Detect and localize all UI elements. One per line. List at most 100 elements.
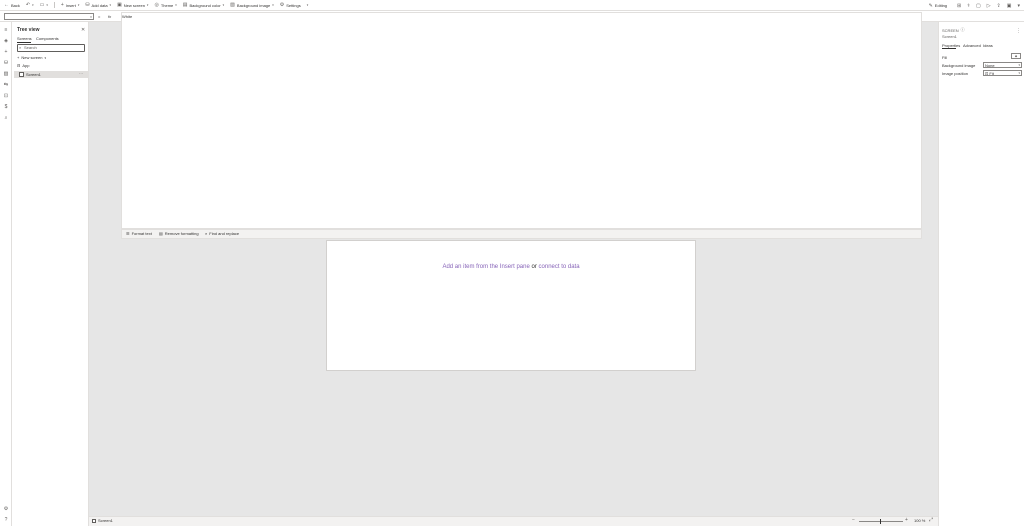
- settings-label: Settings: [286, 2, 301, 8]
- tree-view-title: Tree view: [17, 27, 40, 33]
- gear-icon[interactable]: ⚙: [3, 506, 9, 512]
- background-image-select[interactable]: None ▾: [983, 62, 1022, 68]
- gear-icon: ⚙: [279, 2, 285, 8]
- chevron-down-icon: ▾: [44, 55, 46, 60]
- fill-label: Fill: [942, 55, 948, 60]
- paint-bucket-icon: ◆: [1014, 54, 1018, 58]
- new-screen-button[interactable]: ▣ New screen ▾: [117, 2, 148, 8]
- settings-button[interactable]: ⚙ Settings: [280, 2, 301, 8]
- more-options-button[interactable]: ▾: [307, 3, 309, 7]
- properties-panel: [938, 22, 1024, 526]
- canvas-message: Add an item from the Insert pane or conn…: [326, 264, 696, 270]
- insert-icon[interactable]: +: [3, 49, 9, 55]
- tab-ideas[interactable]: Ideas: [983, 43, 993, 48]
- background-color-button[interactable]: ▤ Background color ▾: [183, 2, 224, 8]
- control-type-label: SCREEN ⓘ: [942, 27, 965, 33]
- new-screen-tree-label: New screen: [21, 55, 43, 60]
- remove-formatting-button[interactable]: ▤ Remove formatting: [159, 231, 199, 236]
- back-label: Back: [11, 2, 20, 8]
- search-placeholder: Search: [24, 45, 37, 50]
- stethoscope-icon[interactable]: ⚕: [967, 3, 970, 9]
- background-color-label: Background color: [189, 2, 221, 8]
- zoom-out-button[interactable]: −: [852, 517, 855, 523]
- add-data-button[interactable]: ⛁ Add data ▾: [85, 2, 111, 8]
- property-dropdown[interactable]: [4, 13, 94, 20]
- connect-to-data-link[interactable]: connect to data: [539, 264, 580, 270]
- new-screen-tree-button[interactable]: + New screen ▾: [17, 55, 46, 60]
- control-type-text: SCREEN: [942, 27, 959, 33]
- image-position-select[interactable]: ⊡ Fit ▾: [983, 70, 1022, 76]
- paste-button[interactable]: ▭ ▾: [40, 2, 48, 8]
- new-screen-icon: ▣: [117, 2, 122, 8]
- zoom-slider-thumb[interactable]: [880, 519, 881, 524]
- zoom-in-button[interactable]: +: [905, 517, 908, 523]
- share-icon[interactable]: ⇪: [997, 3, 1001, 9]
- tree-item-screen1-label: Screen1: [26, 72, 41, 77]
- find-replace-label: Find and replace: [209, 231, 240, 236]
- back-button[interactable]: ← Back: [4, 2, 20, 8]
- remove-formatting-label: Remove formatting: [164, 231, 199, 236]
- chevron-down-icon: ▾: [306, 3, 309, 7]
- screen-canvas[interactable]: [326, 240, 696, 371]
- more-options-icon[interactable]: ···: [79, 71, 83, 76]
- insert-button[interactable]: + Insert ▾: [61, 2, 79, 8]
- new-screen-label: New screen: [123, 2, 145, 8]
- editing-mode-button[interactable]: ✎ Editing: [929, 3, 947, 9]
- status-screen-label[interactable]: Screen1: [98, 518, 113, 523]
- chevron-down-icon: ▾: [32, 3, 34, 7]
- format-text-button[interactable]: ☰ Format text: [126, 231, 152, 236]
- tree-view-panel: [12, 22, 89, 526]
- formula-text[interactable]: White: [122, 14, 132, 19]
- format-text-label: Format text: [131, 231, 152, 236]
- image-position-prop-label: Image position: [942, 71, 969, 76]
- control-name[interactable]: Screen1: [942, 34, 957, 39]
- dollar-icon[interactable]: $: [3, 104, 9, 110]
- command-bar: ← Back ↶ ▾ ▭ ▾ + Insert ▾ ⛁ Add data ▾ ▣…: [0, 0, 1024, 11]
- editing-label: Editing: [934, 3, 948, 8]
- theme-label: Theme: [160, 2, 174, 8]
- chevron-down-icon: ▾: [46, 3, 48, 7]
- chevron-down-icon: ▾: [1018, 63, 1020, 67]
- screen-icon: [92, 519, 96, 523]
- command-bar-right: ✎ Editing ⊞ ⚕ ▢ ▷ ⇪ ▣ ▾: [929, 0, 1020, 11]
- formula-editor-toolbar: [121, 229, 922, 239]
- formula-editor[interactable]: [121, 12, 922, 229]
- tab-advanced[interactable]: Advanced: [963, 43, 981, 48]
- theme-button[interactable]: ◎ Theme ▾: [154, 2, 176, 8]
- chevron-down-icon[interactable]: ▾: [88, 13, 94, 20]
- active-tab-underline: [17, 42, 31, 43]
- find-replace-button[interactable]: ⌕ Find and replace: [205, 231, 239, 236]
- hamburger-icon[interactable]: ≡: [3, 27, 9, 33]
- play-icon[interactable]: ▷: [987, 3, 991, 9]
- plus-icon: +: [60, 2, 64, 8]
- search-icon[interactable]: ⌕: [3, 115, 9, 121]
- app-checker-icon[interactable]: ⊞: [957, 3, 961, 9]
- app-icon: ⊟: [17, 63, 21, 68]
- background-image-button[interactable]: ▨ Background image ▾: [230, 2, 274, 8]
- data-icon[interactable]: ⛁: [3, 60, 9, 66]
- help-icon[interactable]: ?: [3, 517, 9, 523]
- left-rail: ≡ ◈ + ⛁ ▨ ⇆ ⊡ $ ⌕ ⚙ ?: [0, 22, 12, 526]
- power-automate-icon[interactable]: ⇆: [3, 82, 9, 88]
- fill-color-picker[interactable]: ◆: [1011, 53, 1021, 59]
- chevron-down-icon[interactable]: ▾: [1017, 3, 1020, 9]
- variables-icon[interactable]: ⊡: [3, 93, 9, 99]
- help-icon[interactable]: ⓘ: [961, 27, 965, 33]
- close-icon[interactable]: ✕: [81, 27, 85, 33]
- more-options-icon[interactable]: ⋮: [1016, 28, 1021, 34]
- fit-to-window-icon[interactable]: ⤢: [929, 517, 933, 523]
- fx-button[interactable]: fx: [108, 13, 111, 20]
- active-tab-underline: [942, 48, 956, 49]
- tab-components[interactable]: Components: [36, 36, 59, 41]
- canvas-message-text[interactable]: Add an item from the Insert pane: [442, 264, 529, 270]
- undo-button[interactable]: ↶ ▾: [26, 2, 34, 8]
- chevron-down-icon: ▾: [272, 3, 274, 7]
- publish-icon[interactable]: ▣: [1007, 3, 1012, 9]
- tab-screens[interactable]: Screens: [17, 36, 32, 41]
- zoom-slider-track[interactable]: [859, 521, 903, 522]
- tree-view-icon[interactable]: ◈: [3, 38, 9, 44]
- chevron-down-icon: ▾: [1018, 71, 1020, 75]
- comments-icon[interactable]: ▢: [976, 3, 981, 9]
- tree-item-app[interactable]: ⊟ App: [17, 63, 29, 68]
- media-icon[interactable]: ▨: [3, 71, 9, 77]
